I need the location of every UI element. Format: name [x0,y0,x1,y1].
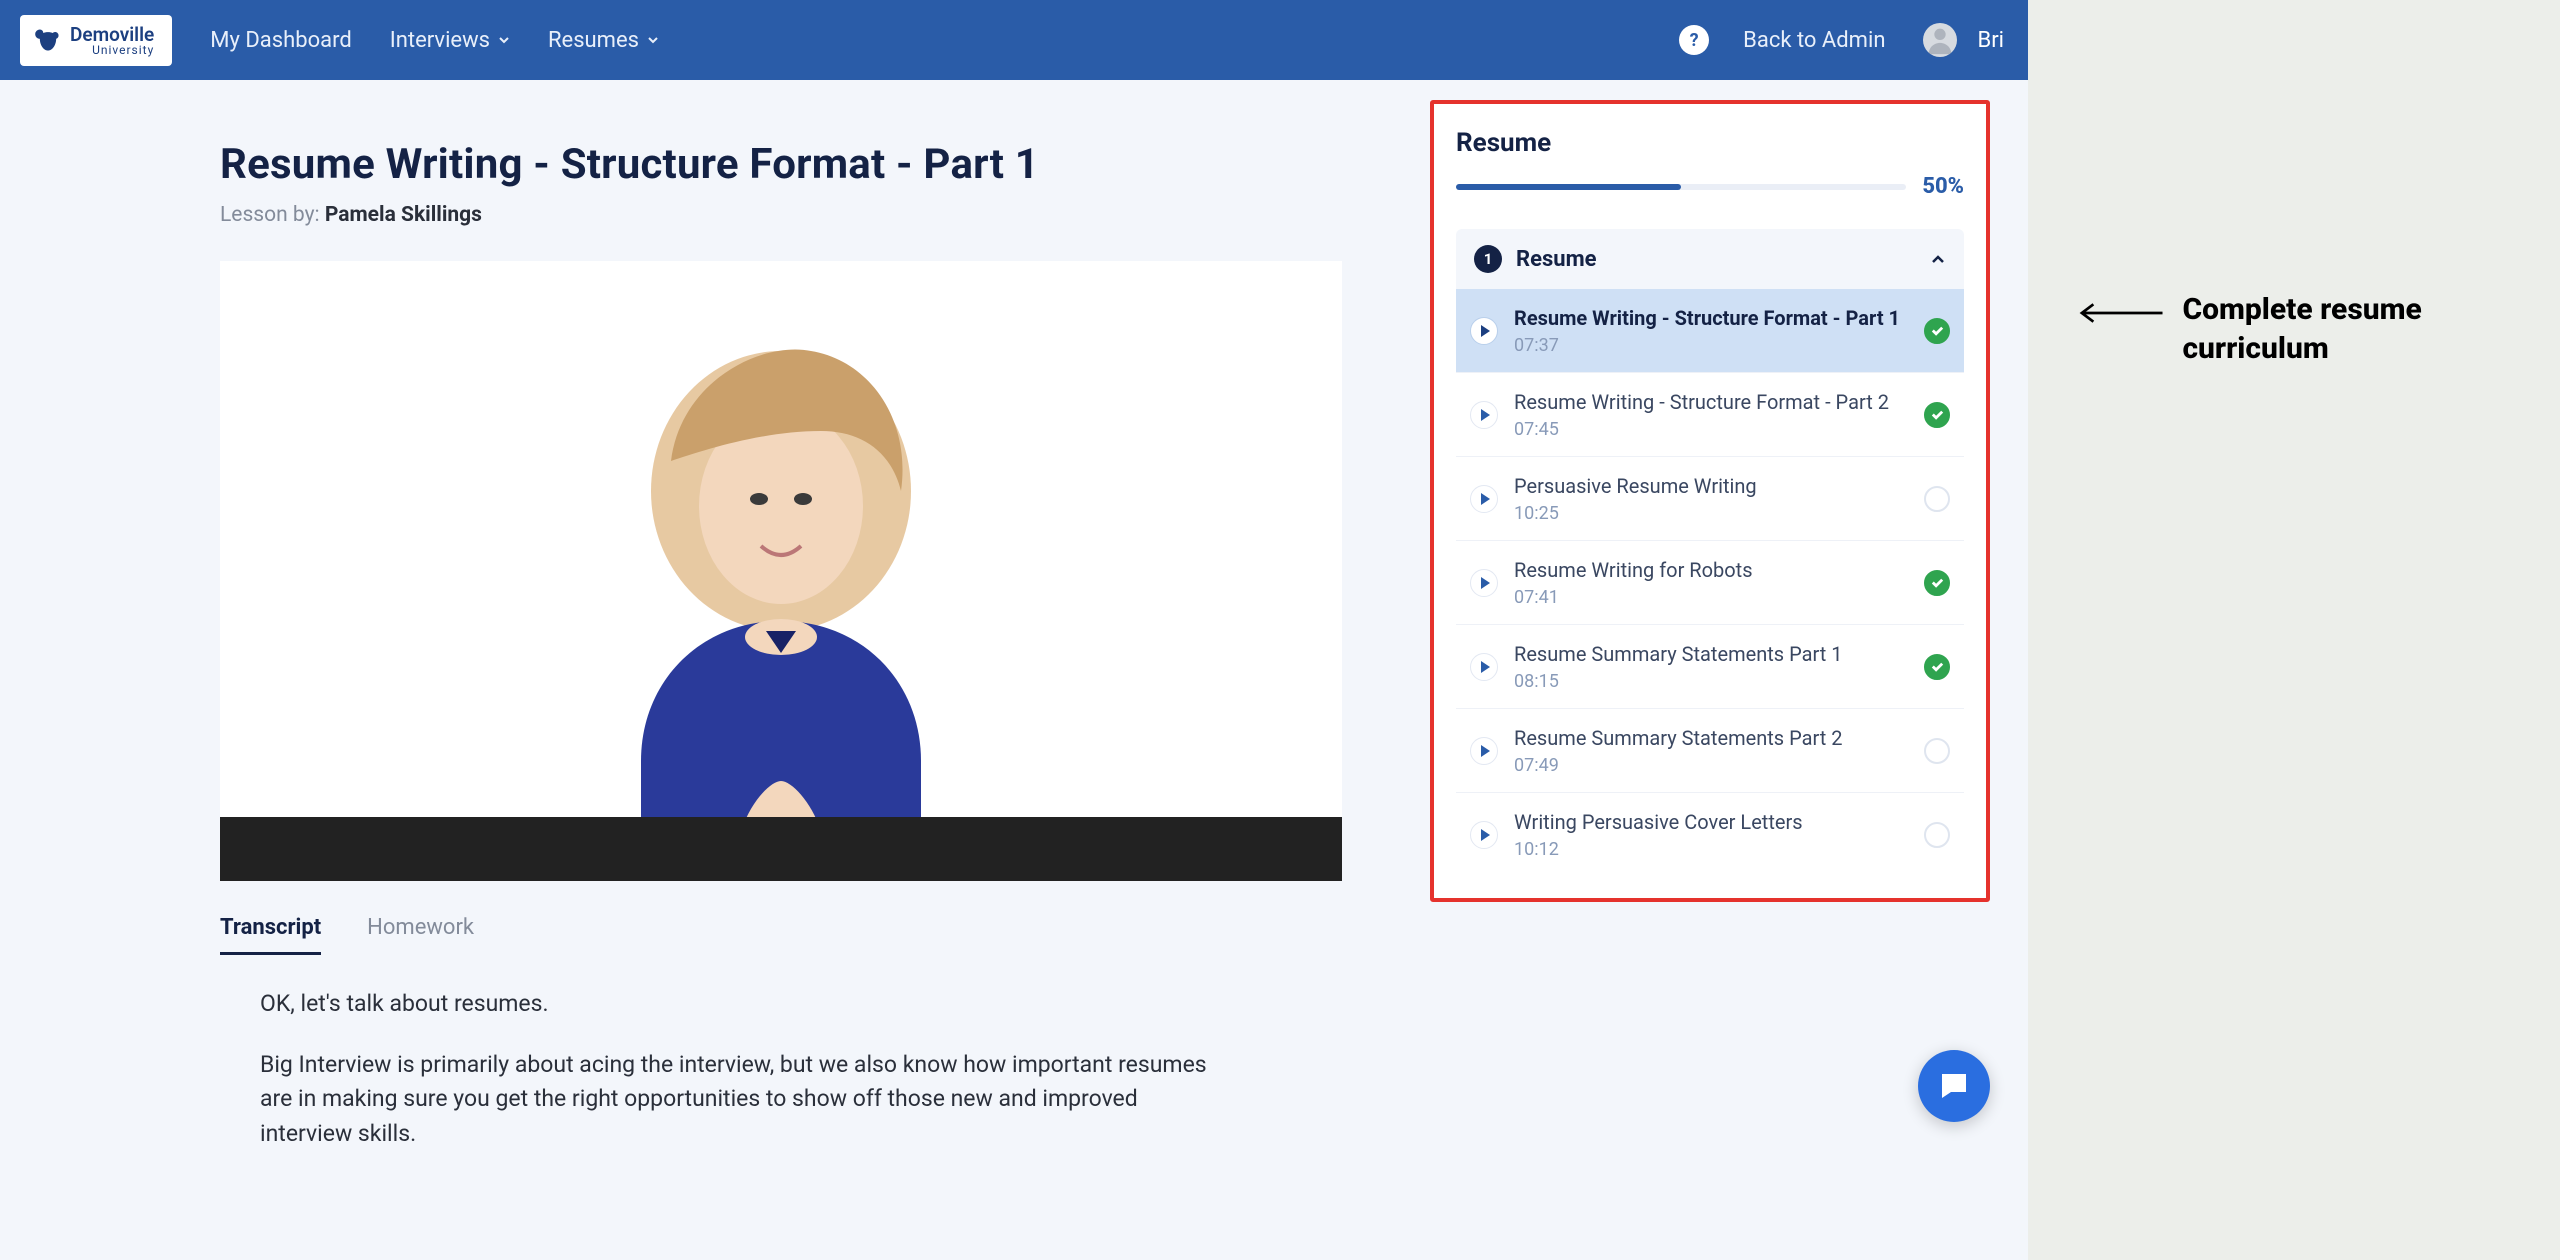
play-icon [1470,401,1498,429]
lesson-title: Persuasive Resume Writing [1514,473,1908,499]
lesson-status-incomplete [1924,738,1950,764]
progress-bar [1456,184,1906,190]
chat-button[interactable] [1918,1050,1990,1122]
lesson-title: Resume Writing - Structure Format - Part… [1514,389,1908,415]
lesson-item[interactable]: Resume Writing - Structure Format - Part… [1456,373,1964,457]
lesson-text: Resume Writing for Robots 07:41 [1514,557,1908,608]
lesson-text: Resume Writing - Structure Format - Part… [1514,389,1908,440]
check-icon [1930,659,1945,674]
module-header[interactable]: 1 Resume [1456,229,1964,289]
play-icon [1470,485,1498,513]
presenter-desk [220,817,1342,881]
lesson-item[interactable]: Writing Persuasive Cover Letters 10:12 [1456,793,1964,876]
lesson-item[interactable]: Resume Summary Statements Part 1 08:15 [1456,625,1964,709]
brand-bottom: University [70,44,154,56]
arrow-left-icon [2078,298,2164,328]
nav-resumes[interactable]: Resumes [548,28,659,53]
lesson-author: Pamela Skillings [325,203,482,227]
lesson-status-complete [1924,402,1950,428]
lesson-duration: 07:41 [1514,587,1908,608]
nav-interviews-label: Interviews [390,28,490,53]
lesson-duration: 10:25 [1514,503,1908,524]
play-icon [1470,737,1498,765]
lesson-item[interactable]: Resume Writing - Structure Format - Part… [1456,289,1964,373]
lesson-duration: 07:49 [1514,755,1908,776]
play-icon [1470,821,1498,849]
content-tabs: Transcript Homework [220,915,1970,955]
user-icon [1923,23,1957,57]
nav-my-dashboard[interactable]: My Dashboard [210,28,351,53]
callout: Complete resume curriculum [2078,290,2560,368]
lesson-text: Resume Summary Statements Part 1 08:15 [1514,641,1908,692]
bear-icon [34,26,62,54]
primary-nav: My Dashboard Interviews Resumes [210,28,659,53]
lesson-item[interactable]: Persuasive Resume Writing 10:25 [1456,457,1964,541]
progress-row: 50% [1456,174,1964,199]
module-number-badge: 1 [1474,245,1502,273]
chevron-up-icon [1930,251,1946,267]
lesson-item[interactable]: Resume Summary Statements Part 2 07:49 [1456,709,1964,793]
lesson-duration: 10:12 [1514,839,1908,860]
progress-percent: 50% [1922,174,1964,199]
transcript-body: OK, let's talk about resumes. Big Interv… [220,987,1230,1151]
chevron-down-icon [647,34,659,46]
help-icon[interactable]: ? [1679,25,1709,55]
lesson-by-prefix: Lesson by: [220,203,325,227]
tab-homework[interactable]: Homework [367,915,474,955]
lesson-text: Resume Summary Statements Part 2 07:49 [1514,725,1908,776]
lesson-item[interactable]: Resume Writing for Robots 07:41 [1456,541,1964,625]
callout-label: Complete resume curriculum [2182,290,2560,368]
nav-resumes-label: Resumes [548,28,639,53]
chevron-down-icon [498,34,510,46]
lesson-duration: 07:45 [1514,419,1908,440]
sidebar-title: Resume [1456,128,1964,158]
lesson-text: Persuasive Resume Writing 10:25 [1514,473,1908,524]
check-icon [1930,323,1945,338]
lesson-status-complete [1924,570,1950,596]
lesson-duration: 07:37 [1514,335,1908,356]
lesson-title: Resume Writing for Robots [1514,557,1908,583]
lesson-title: Resume Writing - Structure Format - Part… [1514,305,1908,331]
lesson-title: Writing Persuasive Cover Letters [1514,809,1908,835]
avatar[interactable] [1923,23,1957,57]
chat-icon [1936,1068,1972,1104]
lesson-text: Resume Writing - Structure Format - Part… [1514,305,1908,356]
module-title: Resume [1516,247,1916,272]
brand-text: Demoville University [70,25,154,56]
lesson-status-complete [1924,318,1950,344]
lesson-title: Resume Summary Statements Part 2 [1514,725,1908,751]
lesson-duration: 08:15 [1514,671,1908,692]
presenter-image [521,331,1041,851]
brand-top: Demoville [70,25,154,44]
play-icon [1470,653,1498,681]
play-icon [1470,569,1498,597]
check-icon [1930,575,1945,590]
lesson-text: Writing Persuasive Cover Letters 10:12 [1514,809,1908,860]
tab-transcript[interactable]: Transcript [220,915,321,955]
lesson-status-incomplete [1924,822,1950,848]
progress-fill [1456,184,1681,190]
back-to-admin[interactable]: Back to Admin [1743,28,1885,53]
nav-interviews[interactable]: Interviews [390,28,510,53]
lesson-title: Resume Summary Statements Part 1 [1514,641,1908,667]
lesson-status-complete [1924,654,1950,680]
check-icon [1930,407,1945,422]
annotation-panel: Complete resume curriculum [2028,0,2560,1260]
username-label: Bri [1977,28,2004,53]
video-player[interactable] [220,261,1342,881]
lesson-status-incomplete [1924,486,1950,512]
curriculum-sidebar: Resume 50% 1 Resume Resume Writing - Str… [1430,100,1990,902]
topbar: Demoville University My Dashboard Interv… [0,0,2028,80]
transcript-paragraph: Big Interview is primarily about acing t… [220,1048,1230,1152]
transcript-paragraph: OK, let's talk about resumes. [220,987,1230,1022]
play-icon [1470,317,1498,345]
brand-logo[interactable]: Demoville University [20,15,172,66]
lesson-list: Resume Writing - Structure Format - Part… [1456,289,1964,876]
